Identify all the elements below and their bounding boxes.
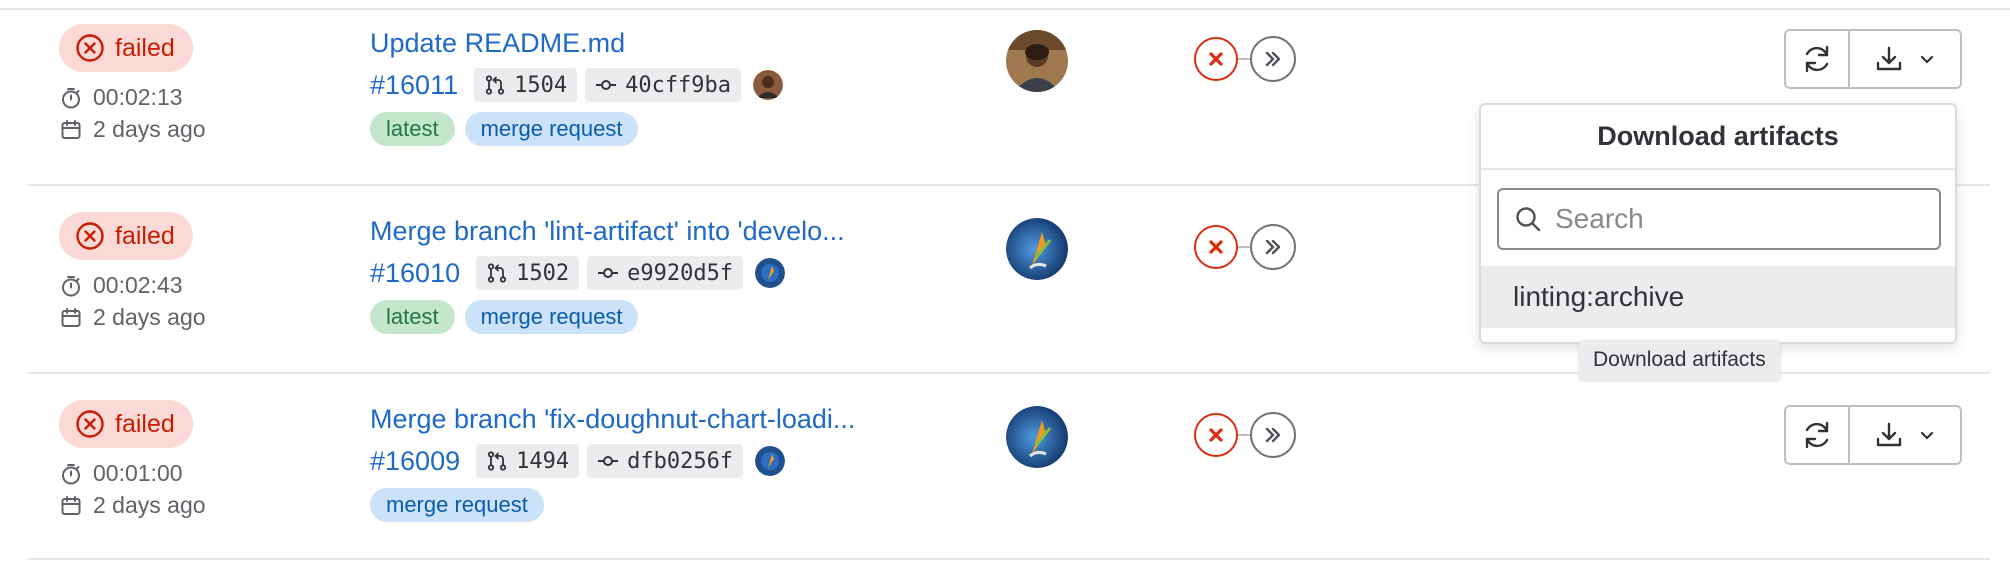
pipeline-finished: 2 days ago xyxy=(59,492,206,519)
download-artifacts-button[interactable] xyxy=(1850,407,1960,463)
failed-status-icon xyxy=(76,34,104,62)
author-mini-avatar[interactable] xyxy=(755,258,786,288)
download-artifacts-dropdown: Download artifacts linting:archive xyxy=(1479,103,1957,344)
calendar-icon xyxy=(61,495,81,515)
pipeline-id-line: #16010 1502 e9920d5f xyxy=(370,256,786,290)
triggerer-avatar[interactable] xyxy=(1006,218,1068,280)
merge-request-icon xyxy=(485,75,505,95)
merge-request-icon xyxy=(488,451,507,471)
timer-icon xyxy=(62,275,80,296)
artifact-item-linting-archive[interactable]: linting:archive xyxy=(1481,266,1955,328)
stage-connector xyxy=(1238,246,1250,248)
stage-skipped-button[interactable] xyxy=(1250,36,1296,82)
triggerer-avatar[interactable] xyxy=(1006,30,1068,92)
commit-icon xyxy=(598,268,619,278)
tag-latest: latest xyxy=(370,112,455,146)
close-icon xyxy=(1209,240,1223,254)
status-badge[interactable]: failed xyxy=(59,24,193,72)
tag-merge-request: merge request xyxy=(464,300,639,334)
chevron-down-icon xyxy=(1920,55,1934,64)
commit-title-link[interactable]: Update README.md xyxy=(370,28,625,59)
commit-title-link[interactable]: Merge branch 'lint-artifact' into 'devel… xyxy=(370,216,845,247)
triggerer-avatar[interactable] xyxy=(1006,406,1068,468)
author-mini-avatar[interactable] xyxy=(753,70,784,100)
search-input[interactable] xyxy=(1553,202,1927,236)
merge-request-chip[interactable]: 1504 xyxy=(474,68,578,102)
pipeline-tags: latest merge request xyxy=(370,300,639,334)
pipeline-actions xyxy=(1784,405,1962,465)
status-label: failed xyxy=(115,221,175,250)
pipeline-stages xyxy=(1194,412,1296,458)
stage-connector xyxy=(1238,58,1250,60)
calendar-icon xyxy=(61,307,81,327)
chevron-double-right-icon xyxy=(1265,427,1281,443)
tag-merge-request: merge request xyxy=(370,488,544,522)
commit-icon xyxy=(596,80,617,90)
pipeline-actions xyxy=(1784,29,1962,89)
pipeline-tags: latest merge request xyxy=(370,112,639,146)
merge-request-icon xyxy=(488,263,507,283)
chevron-double-right-icon xyxy=(1265,51,1281,67)
commit-sha-chip[interactable]: e9920d5f xyxy=(587,256,744,290)
stage-failed-button[interactable] xyxy=(1194,413,1238,457)
retry-icon xyxy=(1805,45,1829,73)
download-artifacts-tooltip: Download artifacts xyxy=(1579,340,1780,380)
chevron-double-right-icon xyxy=(1265,239,1281,255)
pipeline-id-link[interactable]: #16009 xyxy=(370,446,460,477)
pipeline-stages xyxy=(1194,224,1296,270)
artifact-search-field[interactable] xyxy=(1497,188,1941,250)
search-icon xyxy=(1516,207,1541,232)
stage-failed-button[interactable] xyxy=(1194,37,1238,81)
pipeline-duration: 00:02:13 xyxy=(59,84,183,111)
pipeline-id-link[interactable]: #16010 xyxy=(370,258,460,289)
timer-icon xyxy=(62,463,80,484)
download-icon xyxy=(1876,46,1902,71)
merge-request-chip[interactable]: 1494 xyxy=(476,444,580,478)
close-icon xyxy=(1209,52,1223,66)
status-label: failed xyxy=(115,33,175,62)
retry-icon xyxy=(1805,421,1829,449)
stage-connector xyxy=(1238,434,1250,436)
commit-sha-chip[interactable]: dfb0256f xyxy=(587,444,744,478)
retry-button[interactable] xyxy=(1786,31,1850,87)
pipeline-id-line: #16009 1494 dfb0256f xyxy=(370,444,786,478)
pipeline-duration: 00:02:43 xyxy=(59,272,183,299)
chevron-down-icon xyxy=(1920,431,1934,440)
stage-failed-button[interactable] xyxy=(1194,225,1238,269)
stage-skipped-button[interactable] xyxy=(1250,224,1296,270)
status-label: failed xyxy=(115,409,175,438)
failed-status-icon xyxy=(76,222,104,250)
download-artifacts-button[interactable] xyxy=(1850,31,1960,87)
close-icon xyxy=(1209,428,1223,442)
failed-status-icon xyxy=(76,410,104,438)
stage-skipped-button[interactable] xyxy=(1250,412,1296,458)
table-row: failed 00:01:00 2 days ago Merge branch … xyxy=(0,376,2010,562)
commit-sha-chip[interactable]: 40cff9ba xyxy=(585,68,742,102)
commit-title-link[interactable]: Merge branch 'fix-doughnut-chart-loadi..… xyxy=(370,404,855,435)
calendar-icon xyxy=(61,119,81,139)
dropdown-title: Download artifacts xyxy=(1481,105,1955,170)
commit-icon xyxy=(598,456,619,466)
tag-latest: latest xyxy=(370,300,455,334)
pipeline-finished: 2 days ago xyxy=(59,116,206,143)
status-badge[interactable]: failed xyxy=(59,400,193,448)
author-mini-avatar[interactable] xyxy=(755,446,786,476)
pipeline-id-line: #16011 1504 40cff9ba xyxy=(370,68,784,102)
pipeline-id-link[interactable]: #16011 xyxy=(370,70,458,101)
tag-merge-request: merge request xyxy=(464,112,639,146)
pipeline-tags: merge request xyxy=(370,488,544,522)
merge-request-chip[interactable]: 1502 xyxy=(476,256,580,290)
status-badge[interactable]: failed xyxy=(59,212,193,260)
retry-button[interactable] xyxy=(1786,407,1850,463)
pipeline-stages xyxy=(1194,36,1296,82)
pipeline-finished: 2 days ago xyxy=(59,304,206,331)
timer-icon xyxy=(62,87,80,108)
pipeline-duration: 00:01:00 xyxy=(59,460,183,487)
row-divider xyxy=(28,558,1990,560)
download-icon xyxy=(1876,422,1902,447)
